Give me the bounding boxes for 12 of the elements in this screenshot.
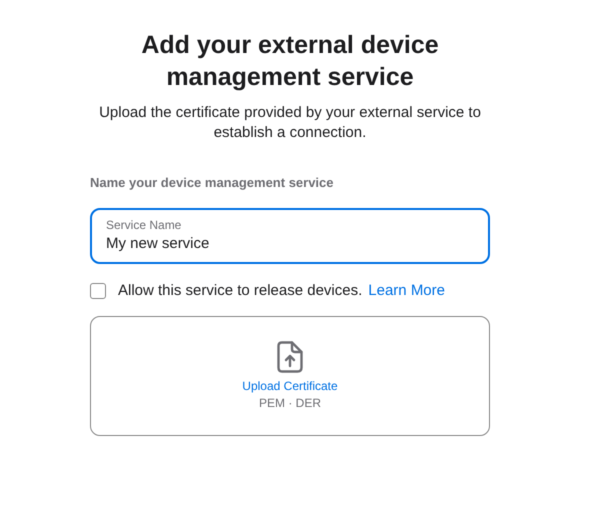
upload-dropzone[interactable]: Upload Certificate PEM · DER	[90, 316, 490, 436]
upload-certificate-link[interactable]: Upload Certificate	[242, 379, 338, 394]
page-title: Add your external device management service	[140, 30, 440, 93]
file-formats-text: PEM · DER	[258, 396, 321, 411]
field-label: Service Name	[106, 218, 182, 232]
checkbox[interactable]	[90, 282, 106, 298]
checkbox-label: Allow this service to release devices.	[118, 282, 362, 299]
learn-more-link[interactable]: Learn More	[368, 282, 445, 299]
section-label: Name your device management service	[90, 175, 334, 190]
input-field[interactable]: Service Name My new service	[90, 208, 490, 264]
description-text: Upload the certificate provided by your external service to establish a connection.	[98, 103, 482, 143]
file-upload-icon	[277, 341, 303, 373]
